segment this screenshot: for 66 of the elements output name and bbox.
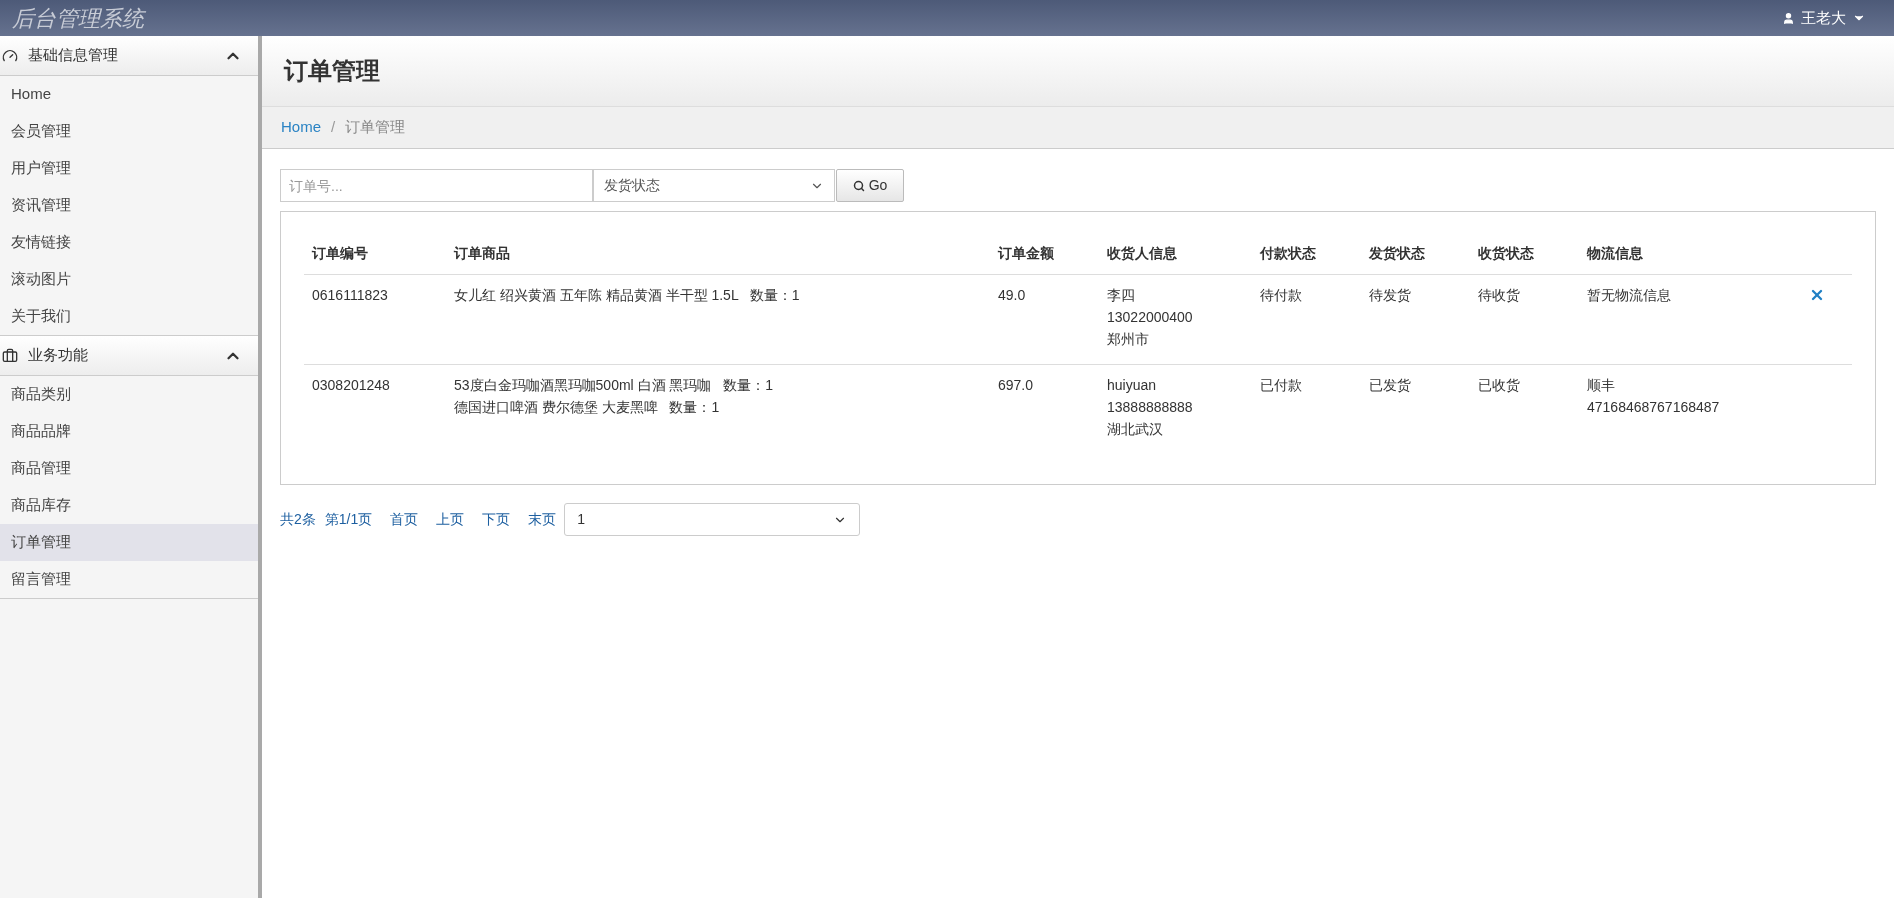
receiver-info-text: 13022000400 bbox=[1107, 308, 1194, 327]
order-item-text: 德国进口啤酒 费尔德堡 大麦黑啤 数量：1 bbox=[454, 398, 721, 417]
pagination-link[interactable]: 下页 bbox=[482, 509, 511, 530]
pagination-link[interactable]: 上页 bbox=[436, 509, 465, 530]
search-icon bbox=[852, 179, 865, 192]
delete-button[interactable] bbox=[1809, 287, 1825, 303]
column-header: 发货状态 bbox=[1361, 233, 1470, 275]
receiver-info-text: 湖北武汉 bbox=[1107, 420, 1164, 439]
column-header: 物流信息 bbox=[1579, 233, 1809, 275]
table-cell: 待收货 bbox=[1478, 287, 1520, 303]
sidebar-item[interactable]: 商品类别 bbox=[0, 376, 258, 413]
column-header: 订单编号 bbox=[304, 233, 446, 275]
column-header: 付款状态 bbox=[1252, 233, 1361, 275]
pagination-link[interactable]: 首页 bbox=[390, 509, 419, 530]
column-header: 订单金额 bbox=[990, 233, 1099, 275]
sidebar-item[interactable]: 用户管理 bbox=[0, 150, 258, 187]
sidebar-item[interactable]: 订单管理 bbox=[0, 524, 258, 561]
column-header: 订单商品 bbox=[446, 233, 990, 275]
sidebar-item[interactable]: 商品品牌 bbox=[0, 413, 258, 450]
pagination-link[interactable]: 共2条 bbox=[280, 509, 316, 530]
sidebar-item[interactable]: 滚动图片 bbox=[0, 261, 258, 298]
pagination-link[interactable]: 第1/1页 bbox=[324, 509, 373, 530]
sidebar-section-header[interactable]: 基础信息管理 bbox=[0, 36, 258, 76]
table-cell: 已发货 bbox=[1369, 377, 1411, 393]
page-title: 订单管理 bbox=[284, 56, 380, 86]
table-cell: 已收货 bbox=[1478, 377, 1520, 393]
table-cell: 697.0 bbox=[998, 377, 1034, 393]
sidebar-item[interactable]: 留言管理 bbox=[0, 561, 258, 598]
order-item-text: 53度白金玛咖酒黑玛咖500ml 白酒 黑玛咖 数量：1 bbox=[454, 376, 774, 395]
breadcrumb-current: 订单管理 bbox=[345, 117, 406, 138]
dashboard-icon bbox=[2, 47, 18, 64]
column-header: 收货人信息 bbox=[1099, 233, 1252, 275]
logistics-text: 暂无物流信息 bbox=[1587, 286, 1672, 305]
table-cell: 0308201248 bbox=[312, 377, 390, 393]
app-title: 后台管理系统 bbox=[12, 4, 144, 33]
table-cell: 49.0 bbox=[998, 287, 1026, 303]
column-header: 收货状态 bbox=[1470, 233, 1579, 275]
order-item-text: 女儿红 绍兴黄酒 五年陈 精品黄酒 半干型 1.5L 数量：1 bbox=[454, 286, 801, 305]
receiver-info-text: 郑州市 bbox=[1107, 330, 1150, 349]
order-number-field[interactable]: 订单号... bbox=[280, 169, 593, 202]
sidebar-item[interactable]: Home bbox=[0, 76, 258, 113]
sidebar-section-header[interactable]: 业务功能 bbox=[0, 336, 258, 376]
pagination-link[interactable]: 末页 bbox=[528, 509, 557, 530]
table-cell: 0616111823 bbox=[312, 287, 388, 303]
receiver-info-text: huiyuan bbox=[1107, 376, 1158, 395]
receiver-info-text: 李四 bbox=[1107, 286, 1136, 305]
shipping-status-select[interactable]: 发货状态 bbox=[593, 169, 835, 202]
user-menu[interactable]: 王老大 bbox=[1782, 6, 1866, 30]
sidebar-item[interactable]: 会员管理 bbox=[0, 113, 258, 150]
logistics-text: 顺丰 bbox=[1587, 376, 1616, 395]
sidebar-item[interactable]: 资讯管理 bbox=[0, 187, 258, 224]
page-select[interactable]: 1 bbox=[564, 503, 861, 536]
table-cell: 待付款 bbox=[1260, 287, 1302, 303]
sidebar-item[interactable]: 商品管理 bbox=[0, 450, 258, 487]
sidebar-item[interactable]: 商品库存 bbox=[0, 487, 258, 524]
briefcase-icon bbox=[2, 347, 18, 364]
table-cell: 已付款 bbox=[1260, 377, 1302, 393]
table-cell: 待发货 bbox=[1369, 287, 1411, 303]
sidebar-item[interactable]: 友情链接 bbox=[0, 224, 258, 261]
breadcrumb-separator: / bbox=[331, 117, 336, 138]
breadcrumb-link[interactable]: Home bbox=[281, 116, 321, 139]
sidebar-item[interactable]: 关于我们 bbox=[0, 298, 258, 335]
go-button[interactable]: Go bbox=[836, 169, 904, 202]
user-icon bbox=[1782, 11, 1795, 25]
logistics-text: 47168468767168487 bbox=[1587, 398, 1721, 417]
receiver-info-text: 13888888888 bbox=[1107, 398, 1194, 417]
